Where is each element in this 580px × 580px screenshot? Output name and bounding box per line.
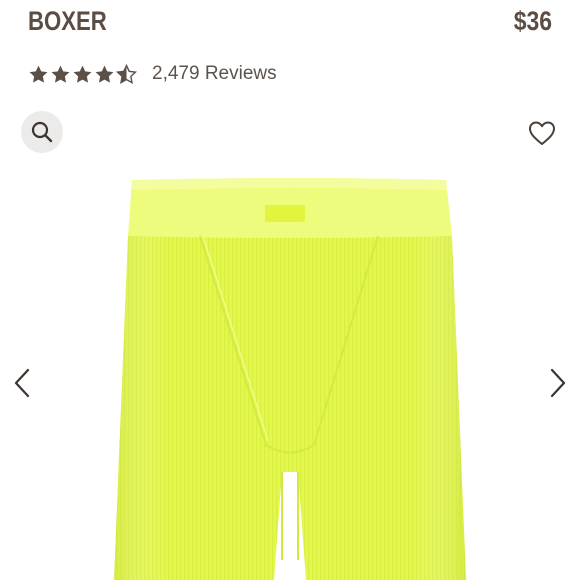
reviews-link[interactable]: 2,479 Reviews <box>152 63 277 85</box>
rating-row[interactable]: 2,479 Reviews <box>28 61 277 87</box>
heart-icon <box>529 121 555 145</box>
product-image[interactable] <box>0 160 580 580</box>
star-icon <box>95 65 114 83</box>
favorite-button[interactable] <box>526 117 558 149</box>
search-button[interactable] <box>21 111 63 153</box>
logo-tag <box>265 205 305 222</box>
product-title: BOXER <box>28 6 107 36</box>
star-icon <box>51 65 70 83</box>
search-icon <box>31 121 53 143</box>
star-rating <box>28 63 137 85</box>
half-star-icon <box>116 63 137 84</box>
star-icon <box>73 65 92 83</box>
star-icon <box>29 65 48 83</box>
product-price: $36 <box>513 6 552 36</box>
